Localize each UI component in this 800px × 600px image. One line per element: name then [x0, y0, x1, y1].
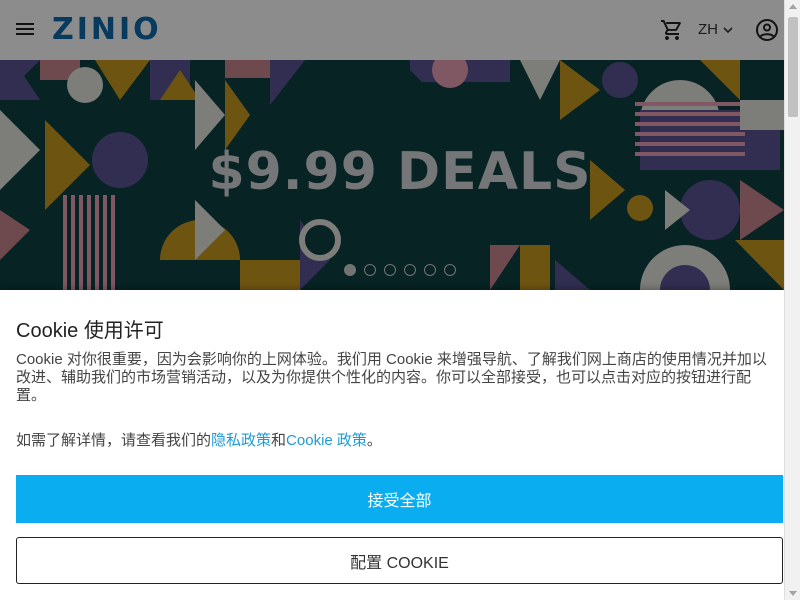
modal-backdrop [0, 0, 784, 290]
scrollbar-thumb[interactable] [788, 17, 798, 117]
privacy-policy-link[interactable]: 隐私政策 [211, 432, 271, 449]
cookie-policy-link[interactable]: Cookie 政策 [286, 432, 367, 449]
scroll-up-arrow-icon[interactable] [789, 4, 797, 9]
cookie-details-text: 如需了解详情，请查看我们的隐私政策和Cookie 政策。 [16, 429, 382, 450]
and-text: 和 [271, 432, 287, 449]
cookie-description: Cookie 对你很重要，因为会影响你的上网体验。我们用 Cookie 来增强导… [16, 351, 767, 404]
configure-cookie-button[interactable]: 配置 COOKIE [16, 537, 783, 584]
cookie-title: Cookie 使用许可 [16, 320, 164, 342]
accept-all-button[interactable]: 接受全部 [16, 475, 783, 523]
vertical-scrollbar[interactable] [784, 0, 800, 600]
details-suffix: 。 [366, 432, 382, 449]
scroll-down-arrow-icon[interactable] [789, 591, 797, 596]
cookie-consent-panel: Cookie 使用许可 Cookie 对你很重要，因为会影响你的上网体验。我们用… [0, 290, 784, 600]
details-prefix: 如需了解详情，请查看我们的 [16, 432, 212, 449]
